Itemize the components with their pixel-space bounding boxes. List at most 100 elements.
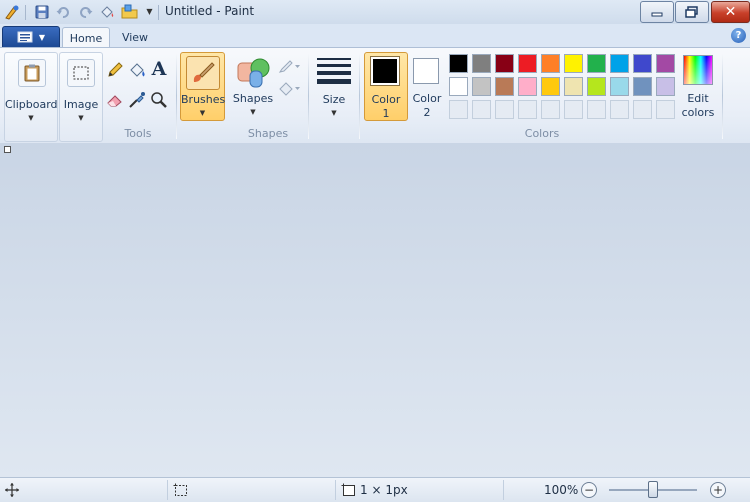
- clipboard-button[interactable]: Clipboard ▼: [4, 52, 58, 142]
- palette-swatch[interactable]: [633, 54, 652, 73]
- status-separator: [167, 480, 168, 500]
- custom-color-slot[interactable]: [495, 100, 514, 119]
- palette-swatch[interactable]: [472, 54, 491, 73]
- palette-swatch[interactable]: [541, 54, 560, 73]
- palette-swatch[interactable]: [564, 54, 583, 73]
- brushes-label: Brushes: [181, 93, 226, 106]
- color1-number: 1: [382, 107, 390, 120]
- brush-icon: [193, 62, 215, 82]
- color2-label: Color: [412, 92, 442, 105]
- eraser-icon[interactable]: [105, 90, 125, 110]
- color1-label: Color: [371, 93, 401, 106]
- group-separator: [308, 53, 309, 139]
- tab-home[interactable]: Home: [62, 27, 110, 49]
- zoom-in-button[interactable]: +: [710, 482, 726, 498]
- edit-colors-button[interactable]: Edit colors: [680, 52, 716, 119]
- cursor-position-icon: [4, 482, 20, 498]
- title-separator: [158, 5, 159, 20]
- minimize-button[interactable]: [640, 1, 674, 23]
- paint-app-icon[interactable]: [3, 3, 20, 20]
- outline-icon: [278, 60, 300, 73]
- shapes-button[interactable]: Shapes ▼: [230, 52, 276, 119]
- palette-swatch[interactable]: [449, 54, 468, 73]
- paint-menu-button[interactable]: ▼: [2, 26, 60, 48]
- palette-swatch[interactable]: [495, 77, 514, 96]
- ribbon-tab-row: ▼ Home View ?: [0, 24, 750, 49]
- customize-dropdown-icon[interactable]: ▼: [141, 3, 158, 20]
- undo-icon[interactable]: [54, 3, 71, 20]
- custom-color-slot[interactable]: [449, 100, 468, 119]
- palette-swatch[interactable]: [633, 77, 652, 96]
- redo-icon[interactable]: [77, 3, 94, 20]
- custom-color-slot[interactable]: [541, 100, 560, 119]
- color1-button[interactable]: Color 1: [364, 52, 408, 121]
- palette-swatch[interactable]: [564, 77, 583, 96]
- group-separator: [176, 53, 177, 139]
- custom-color-slot[interactable]: [610, 100, 629, 119]
- zoom-slider-thumb[interactable]: [648, 481, 658, 498]
- size-dropdown-icon: ▼: [331, 109, 337, 117]
- color1-swatch: [373, 59, 397, 83]
- fill-icon[interactable]: [127, 60, 147, 80]
- menu-list-icon: [17, 31, 33, 43]
- zoom-out-button[interactable]: −: [581, 482, 597, 498]
- line-size-icon: [317, 58, 351, 86]
- palette-swatch[interactable]: [610, 54, 629, 73]
- maximize-button[interactable]: [675, 1, 709, 23]
- maximize-icon: [685, 6, 698, 18]
- magnifier-icon[interactable]: [149, 90, 169, 110]
- clipboard-icon: [24, 64, 40, 82]
- paint-bucket-icon[interactable]: [98, 3, 115, 20]
- custom-color-slot[interactable]: [472, 100, 491, 119]
- palette-swatch[interactable]: [449, 77, 468, 96]
- chevron-down-icon: ▼: [38, 32, 46, 42]
- color2-swatch: [416, 61, 436, 81]
- outline-button[interactable]: [278, 58, 302, 76]
- palette-swatch[interactable]: [656, 54, 675, 73]
- shape-fill-button[interactable]: [278, 80, 302, 98]
- colors-group-label: Colors: [524, 127, 560, 140]
- image-button[interactable]: Image ▼: [59, 52, 103, 142]
- palette-swatch[interactable]: [610, 77, 629, 96]
- palette-swatch[interactable]: [472, 77, 491, 96]
- palette-swatch[interactable]: [518, 54, 537, 73]
- palette-swatch[interactable]: [495, 54, 514, 73]
- close-button[interactable]: ✕: [711, 1, 750, 23]
- edit-colors-icon: [683, 55, 713, 85]
- custom-color-slot[interactable]: [518, 100, 537, 119]
- window-title: Untitled - Paint: [165, 4, 255, 18]
- shapes-group-label: Shapes: [247, 127, 289, 140]
- group-separator: [359, 53, 360, 139]
- palette-swatch[interactable]: [587, 54, 606, 73]
- canvas-area[interactable]: [0, 143, 750, 477]
- color2-button[interactable]: Color 2: [409, 52, 445, 119]
- status-separator: [335, 480, 336, 500]
- shapes-label: Shapes: [232, 92, 274, 105]
- selection-size-icon: [173, 483, 188, 497]
- tab-view[interactable]: View: [114, 27, 156, 48]
- quick-access-separator: [25, 5, 26, 20]
- brushes-button[interactable]: Brushes ▼: [180, 52, 225, 121]
- image-size-icon: [341, 483, 356, 497]
- size-button[interactable]: Size ▼: [314, 52, 354, 119]
- text-icon[interactable]: A: [149, 58, 169, 80]
- canvas-resize-handle[interactable]: [4, 146, 11, 153]
- save-icon[interactable]: [33, 3, 50, 20]
- clipboard-label: Clipboard: [5, 98, 58, 111]
- pencil-icon[interactable]: [105, 60, 125, 80]
- edit-colors-label-2: colors: [681, 106, 715, 119]
- palette-swatch[interactable]: [587, 77, 606, 96]
- folder-icon[interactable]: [121, 3, 138, 20]
- palette-swatch[interactable]: [541, 77, 560, 96]
- custom-color-slot[interactable]: [656, 100, 675, 119]
- status-separator: [503, 480, 504, 500]
- tools-group-label: Tools: [124, 127, 152, 140]
- custom-color-slot[interactable]: [587, 100, 606, 119]
- palette-swatch[interactable]: [656, 77, 675, 96]
- palette-swatch[interactable]: [518, 77, 537, 96]
- help-icon[interactable]: ?: [731, 28, 746, 43]
- custom-color-slot[interactable]: [564, 100, 583, 119]
- minimize-icon: [651, 12, 663, 17]
- color-picker-icon[interactable]: [127, 90, 147, 110]
- custom-color-slot[interactable]: [633, 100, 652, 119]
